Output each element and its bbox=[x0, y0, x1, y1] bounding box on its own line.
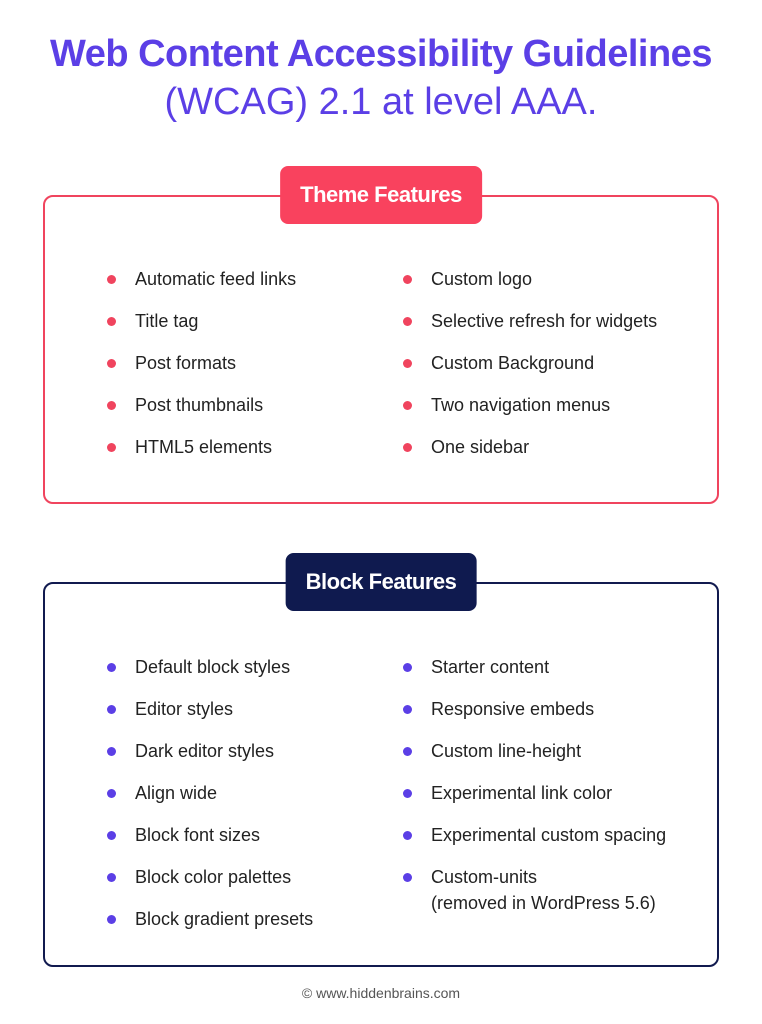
red-dot-icon bbox=[403, 359, 412, 368]
purple-dot-icon bbox=[403, 831, 412, 840]
list-item: Responsive embeds bbox=[403, 696, 666, 738]
purple-dot-icon bbox=[107, 663, 116, 672]
list-item: Automatic feed links bbox=[107, 266, 296, 308]
red-dot-icon bbox=[107, 317, 116, 326]
list-item: Align wide bbox=[107, 780, 313, 822]
red-dot-icon bbox=[107, 359, 116, 368]
red-dot-icon bbox=[403, 401, 412, 410]
list-item: Starter content bbox=[403, 654, 666, 696]
purple-dot-icon bbox=[107, 705, 116, 714]
list-item: Block gradient presets bbox=[107, 906, 313, 948]
list-item: Custom line-height bbox=[403, 738, 666, 780]
red-dot-icon bbox=[107, 443, 116, 452]
purple-dot-icon bbox=[403, 789, 412, 798]
list-item: Custom-units (removed in WordPress 5.6) bbox=[403, 864, 666, 924]
list-item: Experimental link color bbox=[403, 780, 666, 822]
red-dot-icon bbox=[107, 401, 116, 410]
custom-units-note: (removed in WordPress 5.6) bbox=[431, 893, 656, 913]
list-item: Block font sizes bbox=[107, 822, 313, 864]
purple-dot-icon bbox=[107, 873, 116, 882]
theme-features-right-list: Custom logo Selective refresh for widget… bbox=[403, 266, 657, 476]
list-item: HTML5 elements bbox=[107, 434, 296, 476]
list-item: Post thumbnails bbox=[107, 392, 296, 434]
list-item: Custom logo bbox=[403, 266, 657, 308]
list-item: Two navigation menus bbox=[403, 392, 657, 434]
list-item: One sidebar bbox=[403, 434, 657, 476]
red-dot-icon bbox=[107, 275, 116, 284]
list-item: Dark editor styles bbox=[107, 738, 313, 780]
block-features-badge: Block Features bbox=[285, 553, 477, 611]
red-dot-icon bbox=[403, 317, 412, 326]
purple-dot-icon bbox=[107, 915, 116, 924]
list-item: Default block styles bbox=[107, 654, 313, 696]
list-item: Experimental custom spacing bbox=[403, 822, 666, 864]
block-features-left-list: Default block styles Editor styles Dark … bbox=[107, 654, 313, 948]
theme-features-left-list: Automatic feed links Title tag Post form… bbox=[107, 266, 296, 476]
red-dot-icon bbox=[403, 275, 412, 284]
list-item: Block color palettes bbox=[107, 864, 313, 906]
page-title: Web Content Accessibility Guidelines (WC… bbox=[0, 30, 762, 126]
purple-dot-icon bbox=[403, 705, 412, 714]
red-dot-icon bbox=[403, 443, 412, 452]
purple-dot-icon bbox=[403, 747, 412, 756]
list-item: Title tag bbox=[107, 308, 296, 350]
purple-dot-icon bbox=[107, 747, 116, 756]
theme-features-badge: Theme Features bbox=[280, 166, 482, 224]
purple-dot-icon bbox=[107, 831, 116, 840]
list-item: Selective refresh for widgets bbox=[403, 308, 657, 350]
purple-dot-icon bbox=[403, 663, 412, 672]
list-item: Post formats bbox=[107, 350, 296, 392]
copyright-footer: © www.hiddenbrains.com bbox=[301, 985, 461, 1001]
purple-dot-icon bbox=[107, 789, 116, 798]
title-line-1: Web Content Accessibility Guidelines bbox=[50, 33, 712, 75]
purple-dot-icon bbox=[403, 873, 412, 882]
list-item: Custom Background bbox=[403, 350, 657, 392]
block-features-right-list: Starter content Responsive embeds Custom… bbox=[403, 654, 666, 924]
list-item: Editor styles bbox=[107, 696, 313, 738]
title-line-2: (WCAG) 2.1 at level AAA. bbox=[164, 81, 598, 123]
